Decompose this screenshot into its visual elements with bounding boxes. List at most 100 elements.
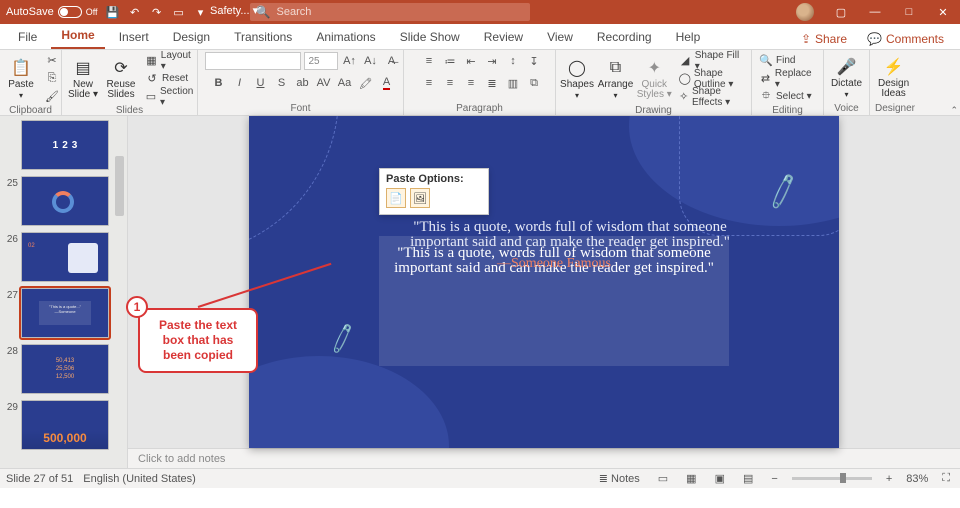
design-ideas-button[interactable]: ⚡Design Ideas — [874, 54, 913, 101]
reset-button[interactable]: ↺Reset — [142, 70, 198, 87]
section-button[interactable]: ▭Section ▾ — [142, 88, 198, 105]
view-normal-icon[interactable]: ▭ — [654, 472, 672, 485]
thumbnail-pane[interactable]: 123 25 26 02 27 "This is a quote..."—Som… — [0, 116, 128, 468]
qat-overflow-icon[interactable]: ▾ — [194, 5, 208, 19]
copy-button[interactable]: ⎘ — [42, 70, 62, 87]
slide-thumbnail[interactable] — [21, 176, 109, 226]
align-right-button[interactable]: ≡ — [462, 74, 480, 92]
bold-button[interactable]: B — [210, 74, 228, 92]
slide-thumbnail[interactable]: 123 — [21, 120, 109, 170]
thumbnail-scrollbar[interactable] — [112, 116, 126, 468]
ribbon-collapse-icon[interactable]: ⌃ — [950, 105, 958, 116]
view-slideshow-icon[interactable]: ▤ — [739, 472, 757, 485]
clear-format-icon[interactable]: A̶ — [383, 52, 401, 70]
charspacing-button[interactable]: AV — [315, 74, 333, 92]
dictate-button[interactable]: 🎤Dictate▾ — [828, 54, 865, 102]
tab-slideshow[interactable]: Slide Show — [390, 26, 470, 49]
search-input[interactable] — [277, 6, 524, 18]
slide-thumbnail-current[interactable]: "This is a quote..."—Someone — [21, 288, 109, 338]
search-box[interactable]: 🔍 — [250, 3, 530, 21]
font-size-combo[interactable]: 25 — [304, 52, 338, 70]
textdirection-button[interactable]: ↧ — [525, 52, 543, 70]
italic-button[interactable]: I — [231, 74, 249, 92]
account-avatar[interactable] — [796, 3, 814, 21]
tab-review[interactable]: Review — [474, 26, 533, 49]
zoom-level[interactable]: 83% — [906, 473, 928, 485]
language-status[interactable]: English (United States) — [83, 473, 196, 485]
decrease-font-icon[interactable]: A↓ — [362, 52, 380, 70]
quote-textbox[interactable]: "This is a quote, words full of wisdom t… — [379, 236, 729, 366]
paste-picture-icon[interactable]: 🖼 — [410, 188, 430, 208]
zoom-in-icon[interactable]: + — [882, 473, 896, 485]
zoom-slider[interactable] — [792, 477, 872, 480]
tab-insert[interactable]: Insert — [109, 26, 159, 49]
justify-button[interactable]: ≣ — [483, 74, 501, 92]
font-family-combo[interactable] — [205, 52, 301, 70]
undo-icon[interactable]: ↶ — [128, 5, 142, 19]
tab-animations[interactable]: Animations — [306, 26, 385, 49]
layout-button[interactable]: ▦Layout ▾ — [142, 52, 198, 69]
notes-toggle[interactable]: ≣Notes — [595, 472, 644, 485]
window-maximize-icon[interactable]: □ — [892, 0, 926, 24]
ribbon-options-icon[interactable]: ▢ — [824, 0, 858, 24]
indent-inc-button[interactable]: ⇥ — [483, 52, 501, 70]
shapeoutline-button[interactable]: ◯Shape Outline ▾ — [676, 70, 747, 87]
new-slide-button[interactable]: ▤New Slide ▾ — [66, 55, 100, 102]
document-title[interactable]: Safety... ▾ — [210, 4, 258, 17]
smartart-button[interactable]: ⧉ — [525, 74, 543, 92]
cut-button[interactable]: ✂ — [42, 52, 62, 69]
quickstyles-button[interactable]: ✦Quick Styles ▾ — [637, 55, 672, 102]
find-button[interactable]: 🔍Find — [756, 52, 819, 69]
paste-keep-source-icon[interactable]: 📄 — [386, 188, 406, 208]
underline-button[interactable]: U — [252, 74, 270, 92]
window-minimize-icon[interactable]: — — [858, 0, 892, 24]
linespacing-button[interactable]: ↕ — [504, 52, 522, 70]
indent-dec-button[interactable]: ⇤ — [462, 52, 480, 70]
numbering-button[interactable]: ≔ — [441, 52, 459, 70]
strike-button[interactable]: S — [273, 74, 291, 92]
notes-pane[interactable]: Click to add notes — [128, 448, 960, 468]
redo-icon[interactable]: ↷ — [150, 5, 164, 19]
tab-file[interactable]: File — [8, 26, 47, 49]
shapefill-button[interactable]: ◢Shape Fill ▾ — [676, 52, 747, 69]
align-left-button[interactable]: ≡ — [420, 74, 438, 92]
slide-counter[interactable]: Slide 27 of 51 — [6, 473, 73, 485]
increase-font-icon[interactable]: A↑ — [341, 52, 359, 70]
reuse-slides-button[interactable]: ⟳Reuse Slides — [104, 55, 138, 102]
tab-recording[interactable]: Recording — [587, 26, 662, 49]
shadow-button[interactable]: ab — [294, 74, 312, 92]
bullets-button[interactable]: ≡ — [420, 52, 438, 70]
share-button[interactable]: ⇪Share — [793, 29, 855, 49]
shapes-button[interactable]: ◯Shapes▾ — [560, 55, 594, 103]
align-center-button[interactable]: ≡ — [441, 74, 459, 92]
fit-window-icon[interactable]: ⛶ — [938, 472, 954, 485]
slide-thumbnail[interactable]: 02 — [21, 232, 109, 282]
tab-view[interactable]: View — [537, 26, 583, 49]
window-close-icon[interactable]: ✕ — [926, 0, 960, 24]
view-reading-icon[interactable]: ▣ — [711, 472, 729, 485]
format-painter-button[interactable]: 🖌 — [42, 88, 62, 105]
save-icon[interactable]: 💾 — [106, 5, 120, 19]
slide-canvas[interactable]: 🧷 🧷 Paste Options: 📄 🖼 "This is a quote,… — [249, 116, 839, 448]
fontcolor-button[interactable]: A — [378, 74, 396, 92]
paste-options-popup[interactable]: Paste Options: 📄 🖼 — [379, 168, 489, 215]
changecase-button[interactable]: Aa — [336, 74, 354, 92]
tab-home[interactable]: Home — [51, 24, 104, 49]
highlight-button[interactable]: 🖍 — [357, 74, 375, 92]
paste-button[interactable]: 📋 Paste ▾ — [4, 55, 38, 103]
slide-thumbnail[interactable]: 500,000 — [21, 400, 109, 450]
slide-thumbnail[interactable]: 50,41325,50612,500 — [21, 344, 109, 394]
tab-design[interactable]: Design — [163, 26, 220, 49]
comments-button[interactable]: 💬Comments — [859, 29, 952, 49]
replace-button[interactable]: ⇄Replace ▾ — [756, 70, 819, 87]
select-button[interactable]: ⯐Select ▾ — [756, 88, 819, 105]
zoom-out-icon[interactable]: − — [767, 473, 781, 485]
shapeeffects-button[interactable]: ✧Shape Effects ▾ — [676, 88, 747, 105]
arrange-button[interactable]: ⧉Arrange▾ — [598, 55, 633, 103]
autosave-toggle[interactable]: AutoSave Off — [6, 6, 98, 18]
tab-help[interactable]: Help — [666, 26, 711, 49]
view-sorter-icon[interactable]: ▦ — [682, 472, 700, 485]
tab-transitions[interactable]: Transitions — [224, 26, 302, 49]
slideshow-icon[interactable]: ▭ — [172, 5, 186, 19]
columns-button[interactable]: ▥ — [504, 74, 522, 92]
